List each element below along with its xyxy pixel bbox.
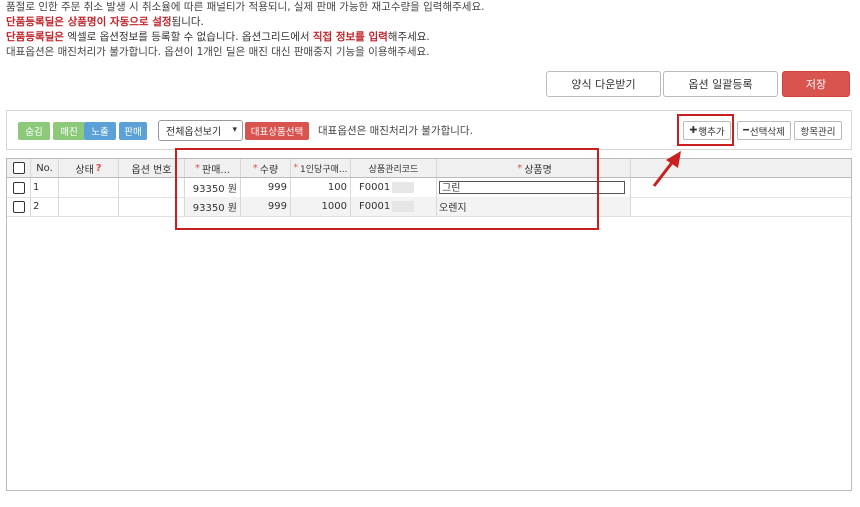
arrow-annotation-icon <box>652 151 681 187</box>
row-status[interactable] <box>59 178 119 197</box>
header-no[interactable]: No. <box>31 159 59 177</box>
checkbox-box <box>12 162 25 174</box>
row-status[interactable] <box>59 197 119 216</box>
minus-icon: ━ <box>743 125 749 136</box>
notice-auto-name: 단품등록딜은 상품명이 자동으로 설정됩니다. <box>6 15 204 29</box>
notice-excel-mid: 엑셀로 옵션정보를 등록할 수 없습니다. 옵션그리드에서 <box>63 31 313 43</box>
header-status[interactable]: 상태? <box>59 159 119 177</box>
form-download-button[interactable]: 양식 다운받기 <box>546 71 661 97</box>
notice-auto-name-rest: 됩니다. <box>171 16 204 28</box>
save-button[interactable]: 저장 <box>782 71 850 97</box>
delete-selected-label: 선택삭제 <box>749 126 785 138</box>
row-checkbox[interactable] <box>7 197 31 216</box>
soldout-button[interactable]: 매진 <box>53 122 85 140</box>
highlight-box-add-row <box>677 114 734 146</box>
checkbox-box <box>12 200 25 213</box>
option-view-select-value: 전체옵션보기 <box>166 127 222 138</box>
notice-excel: 단품등록딜은 엑셀로 옵션정보를 등록할 수 없습니다. 옵션그리드에서 직접 … <box>6 30 430 44</box>
row-checkbox[interactable] <box>7 178 31 197</box>
notice-rep-option: 대표옵션은 매진처리가 불가합니다. 옵션이 1개인 딜은 매진 대신 판매중지… <box>6 46 430 58</box>
show-button[interactable]: 노출 <box>84 122 116 140</box>
manage-columns-button[interactable]: 항목관리 <box>794 121 842 140</box>
notice-excel-bold: 단품등록딜은 <box>6 31 64 43</box>
rep-option-note: 대표옵션은 매진처리가 불가합니다. <box>318 125 473 137</box>
bulk-register-button[interactable]: 옵션 일괄등록 <box>663 71 778 97</box>
notice-excel-end: 해주세요. <box>387 31 430 43</box>
help-icon[interactable]: ? <box>96 163 102 174</box>
header-status-label: 상태 <box>75 164 94 176</box>
option-view-select[interactable]: 전체옵션보기 ▾ <box>158 120 243 141</box>
chevron-down-icon: ▾ <box>232 125 237 135</box>
row-no: 2 <box>31 197 59 216</box>
arrow-shaft <box>652 159 676 187</box>
notice-excel-bold2: 직접 정보를 입력 <box>312 31 388 43</box>
delete-selected-button[interactable]: ━ 선택삭제 <box>737 121 791 140</box>
notice-penalty: 품절로 인한 주문 취소 발생 시 취소율에 따른 패널티가 적용되니, 실제 … <box>6 1 485 13</box>
row-no: 1 <box>31 178 59 197</box>
sell-button[interactable]: 판매 <box>119 122 147 140</box>
rep-product-button[interactable]: 대표상품선택 <box>245 122 309 140</box>
notice-auto-name-bold: 단품등록딜은 상품명이 자동으로 설정 <box>6 16 172 28</box>
checkbox-box <box>12 181 25 194</box>
select-all-checkbox[interactable] <box>7 159 31 177</box>
highlight-box-grid <box>175 148 599 230</box>
hide-button[interactable]: 숨김 <box>18 122 50 140</box>
